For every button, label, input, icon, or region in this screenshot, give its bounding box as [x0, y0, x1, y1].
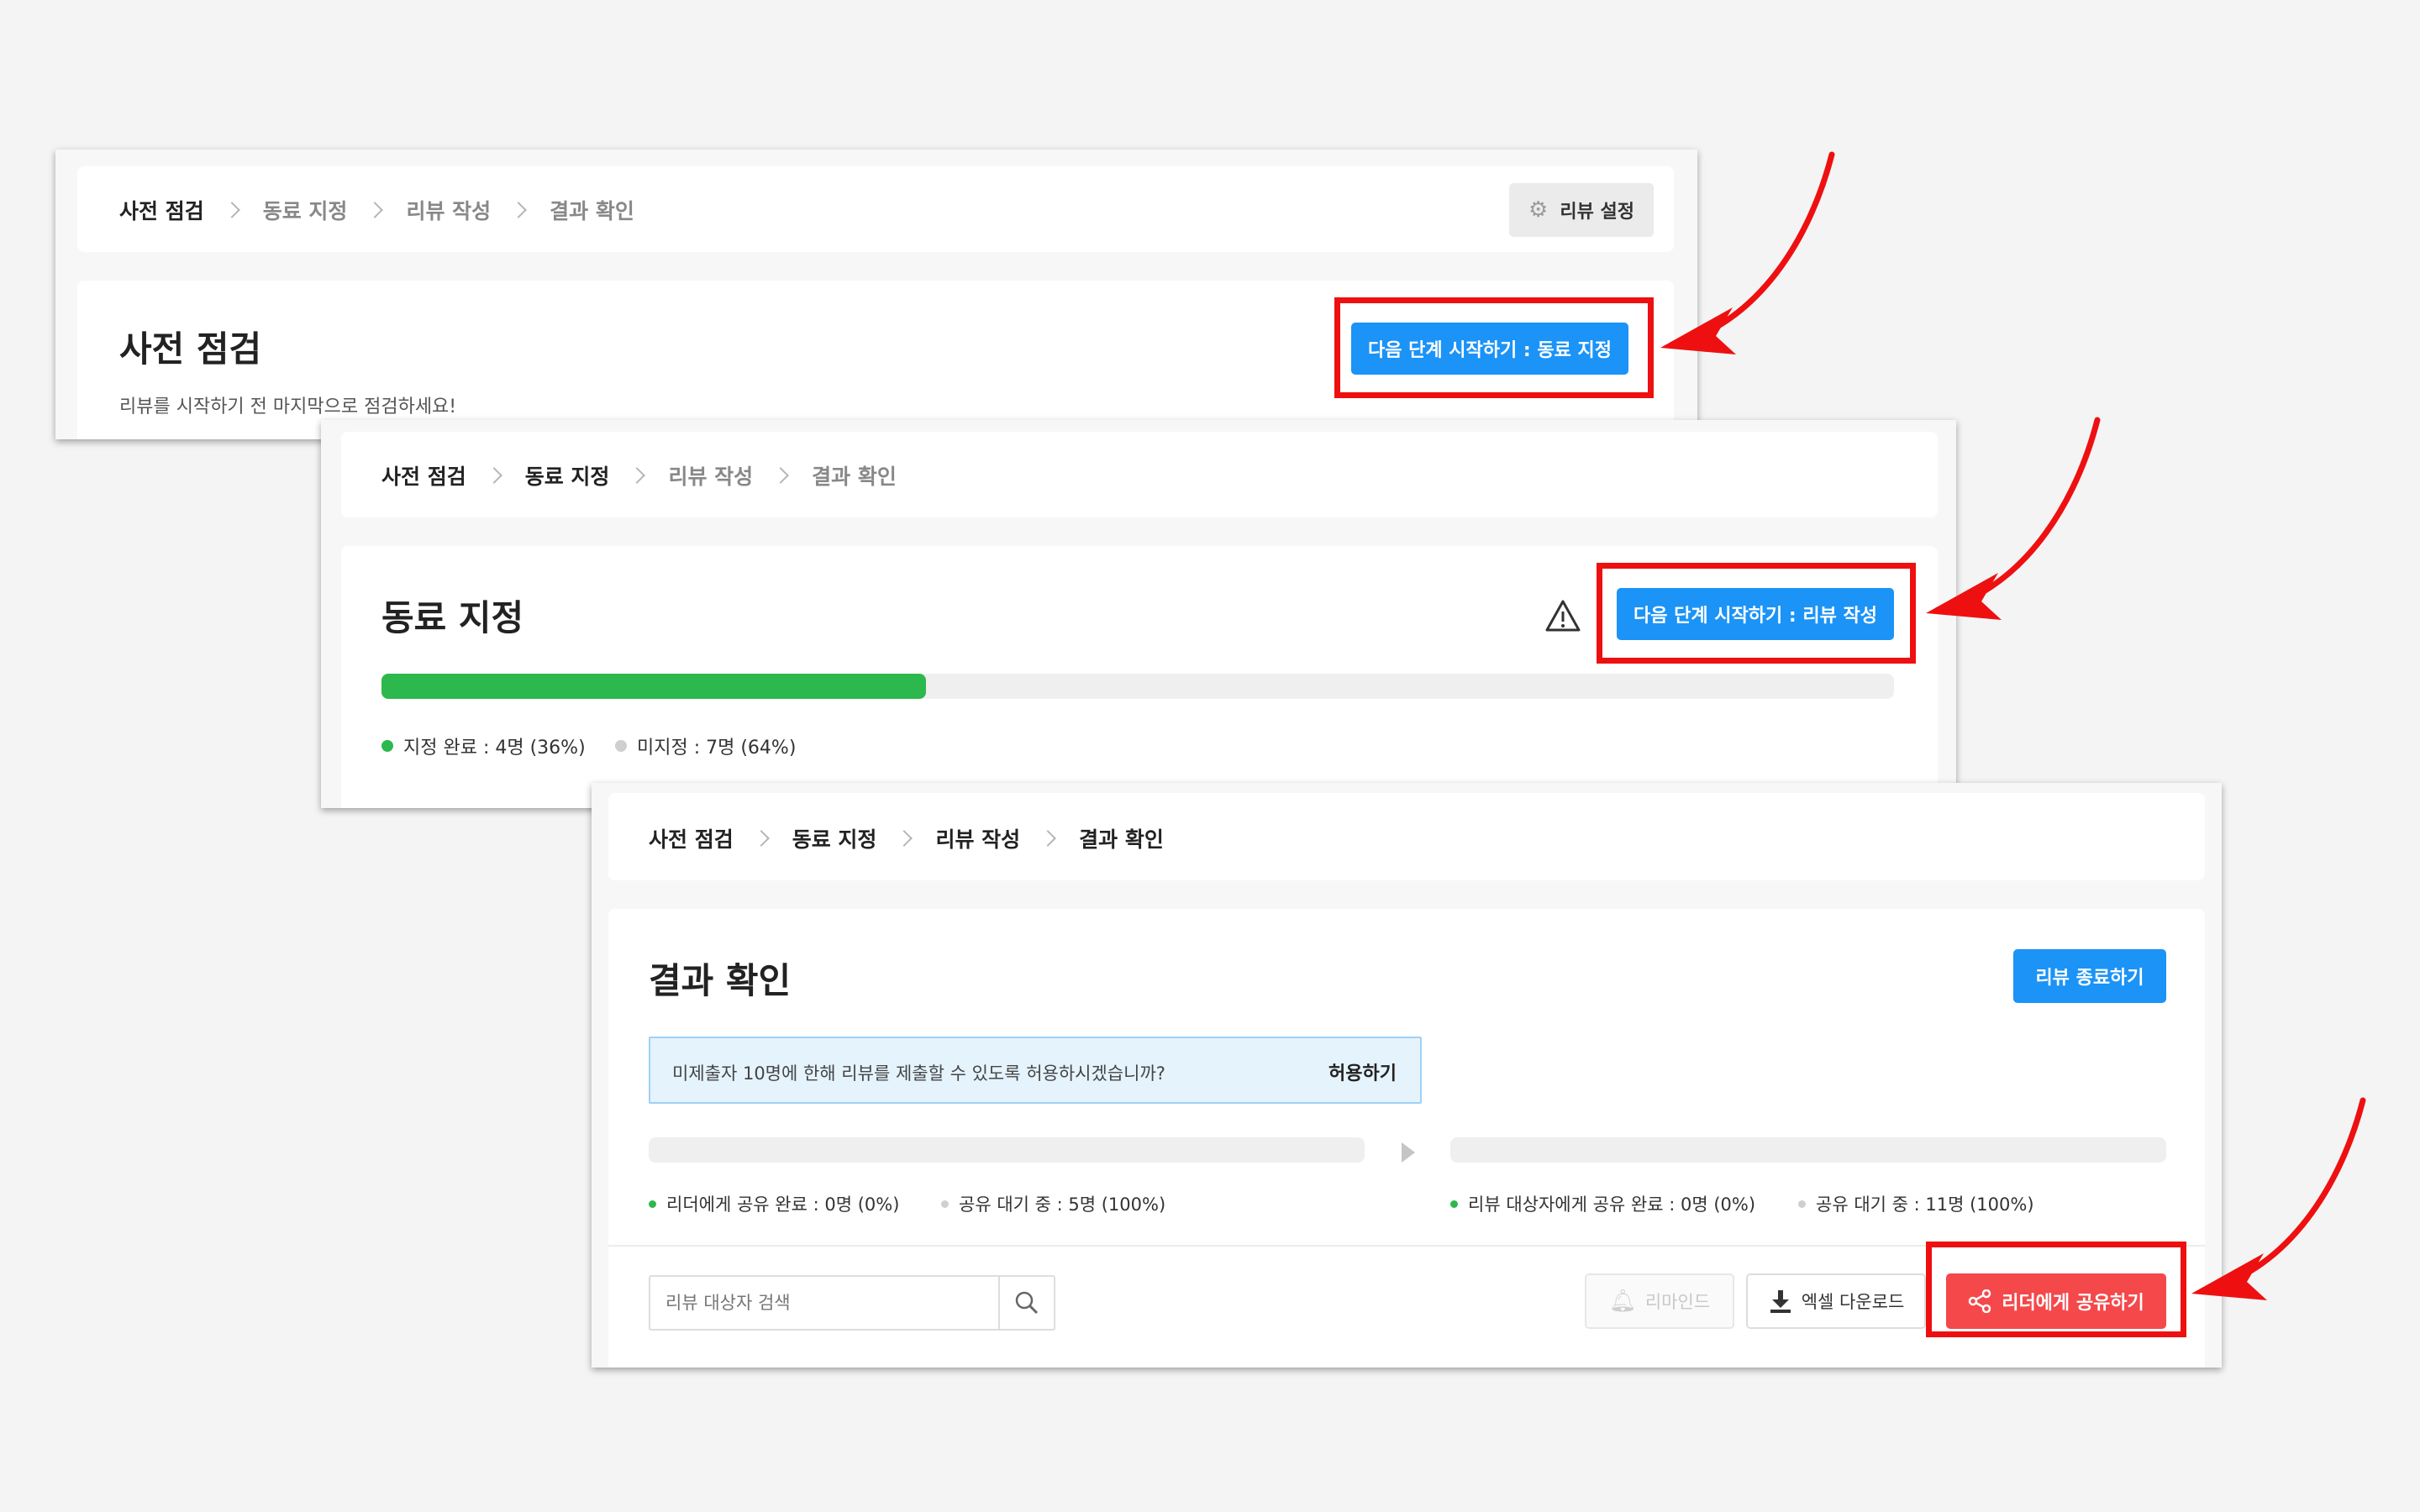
callout-arrow-1	[1660, 151, 1835, 354]
callout-arrow-2	[1926, 417, 2101, 620]
callout-arrows	[1660, 151, 2366, 1300]
callout-arrow-3	[2191, 1097, 2366, 1300]
